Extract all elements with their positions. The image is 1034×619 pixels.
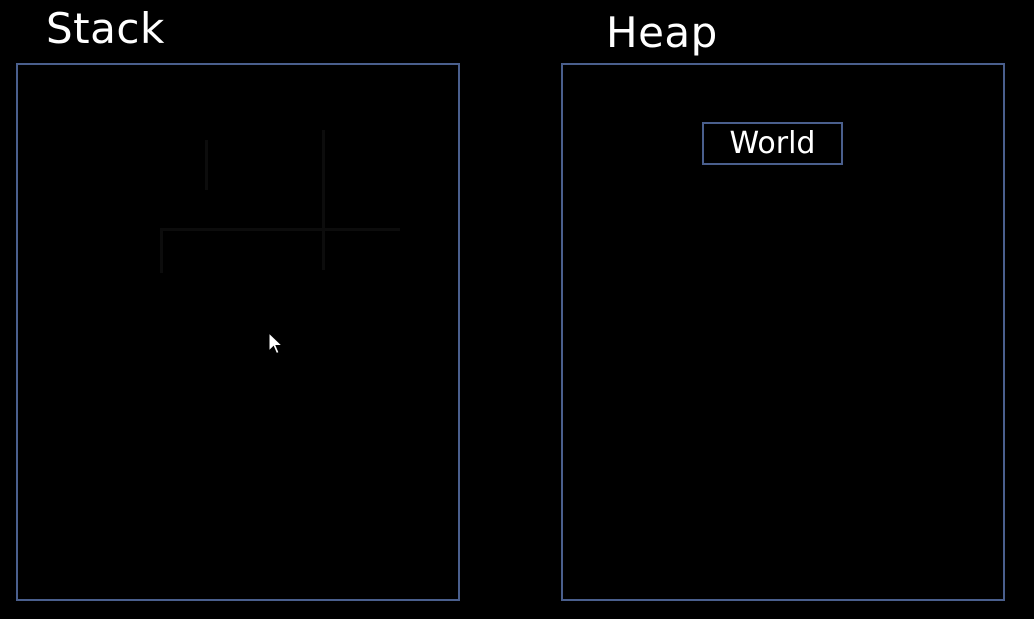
stack-region [16, 63, 460, 601]
ghost-trace [160, 228, 400, 231]
heap-object-world: World [702, 122, 843, 165]
ghost-trace [205, 140, 208, 190]
heap-title: Heap [606, 8, 718, 57]
ghost-trace [322, 130, 325, 270]
stack-title: Stack [46, 4, 165, 53]
ghost-trace [160, 228, 163, 273]
mouse-cursor-icon [268, 331, 284, 356]
